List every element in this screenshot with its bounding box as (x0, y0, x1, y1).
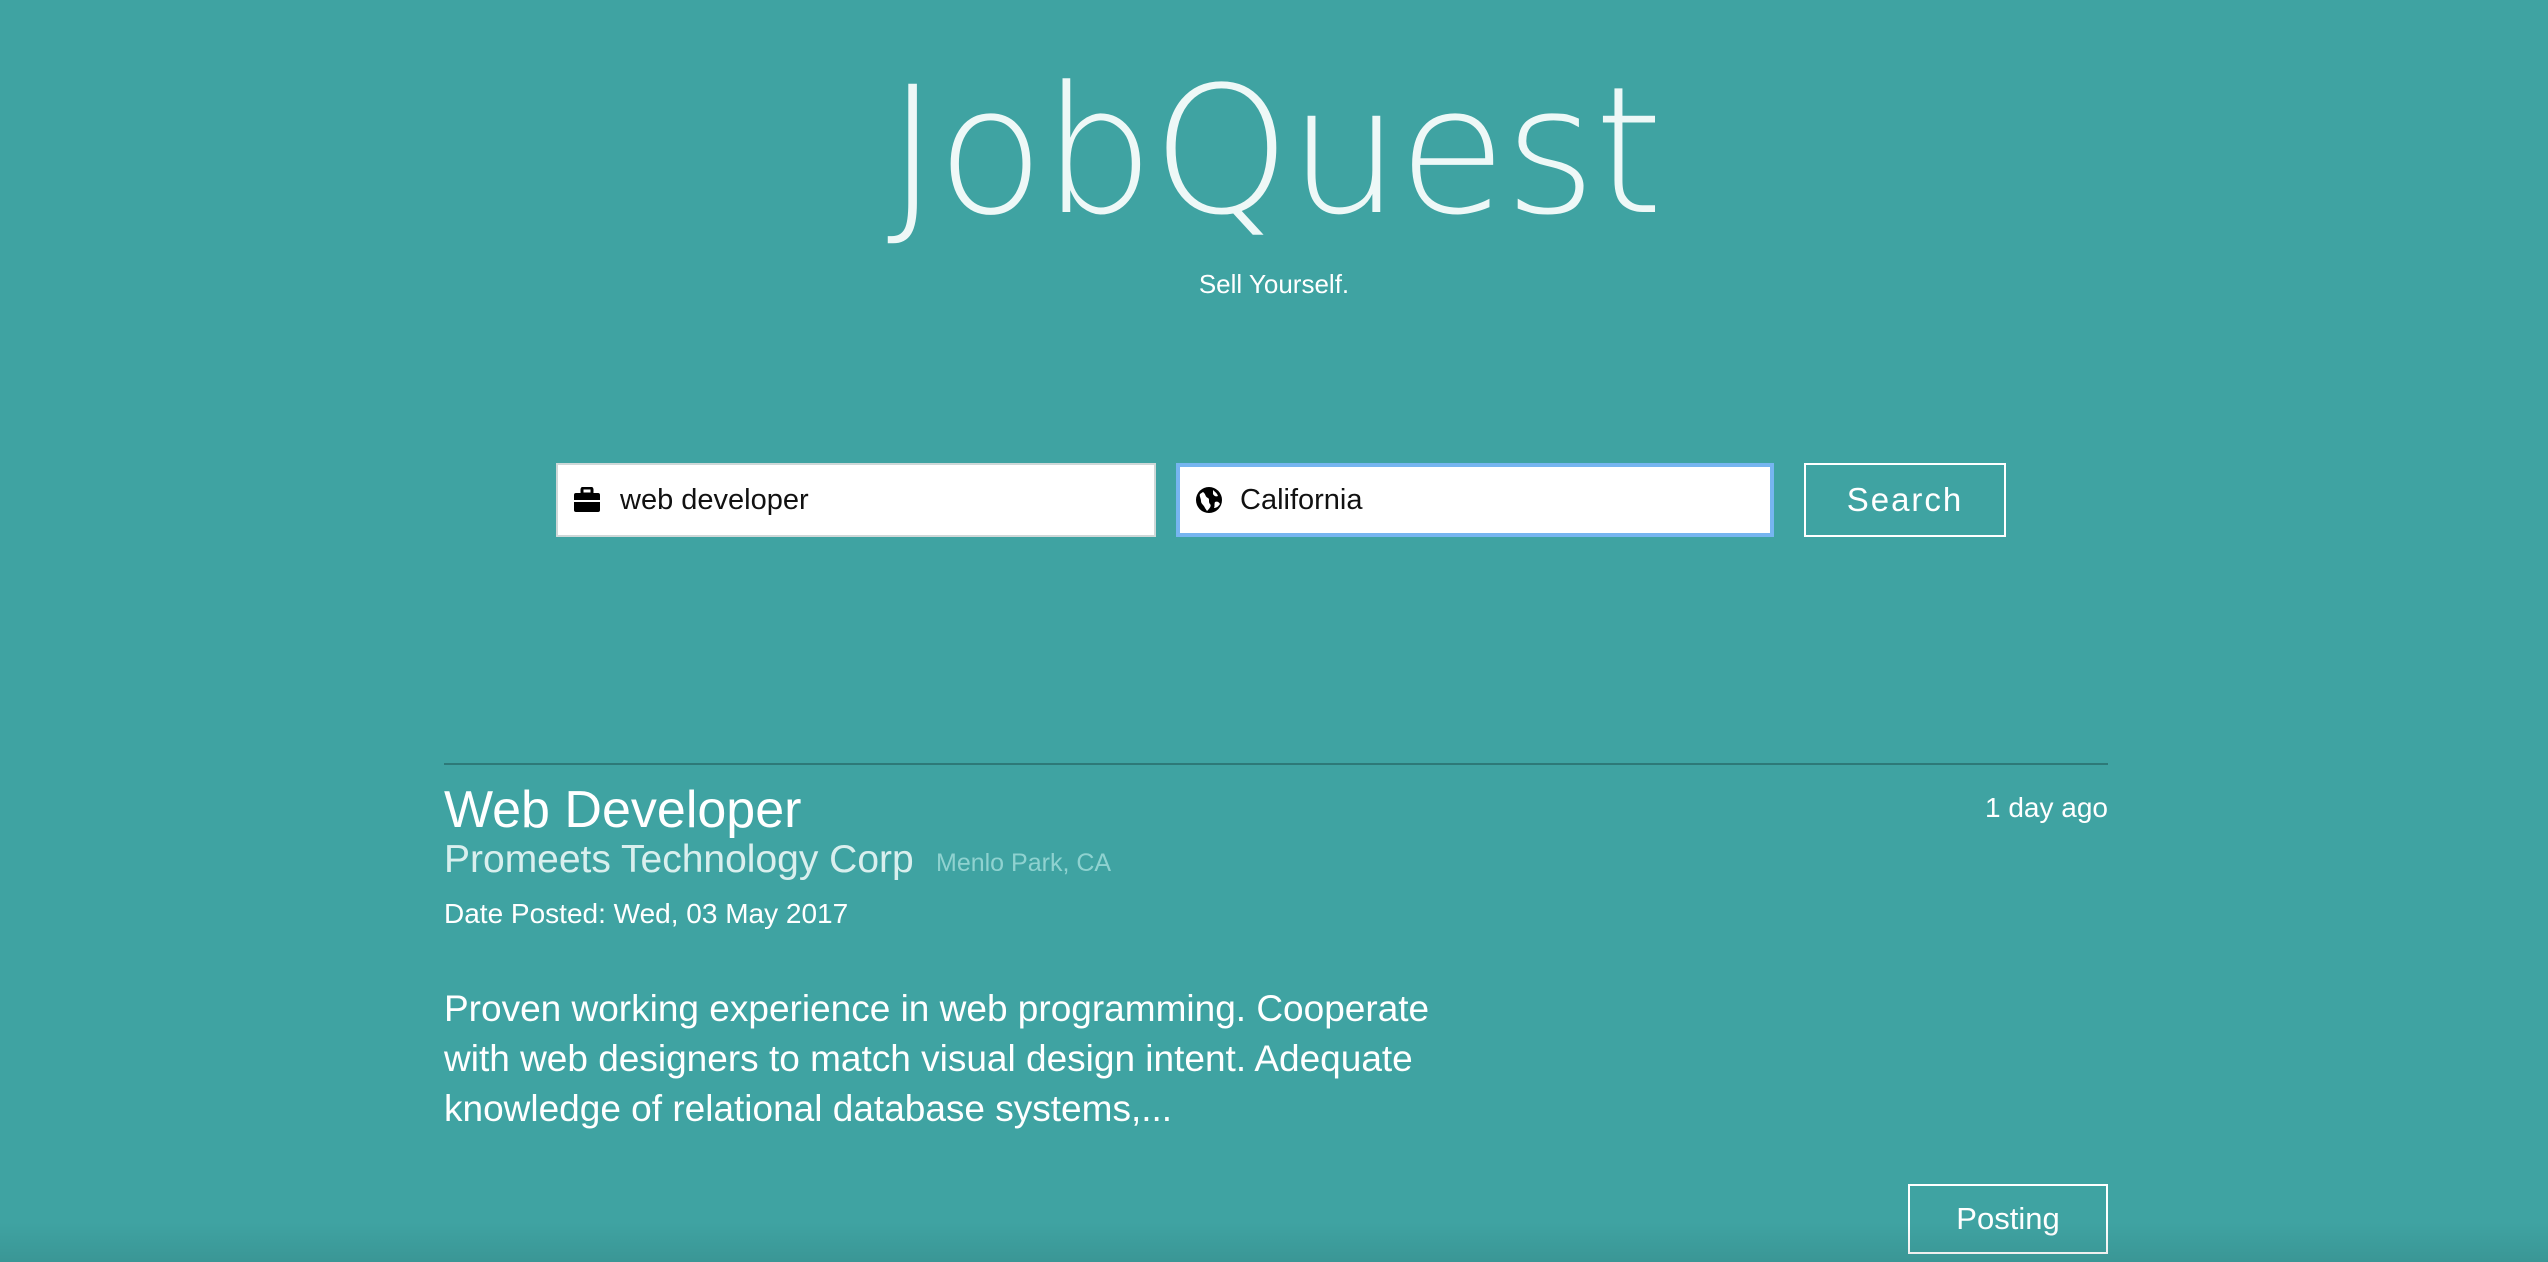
tagline: Sell Yourself. (1198, 269, 1350, 299)
date-posted: Date Posted: Wed, 03 May 2017 (444, 898, 849, 929)
location-field[interactable] (1176, 463, 1774, 537)
briefcase-icon (572, 485, 602, 515)
job-keyword-field[interactable] (556, 463, 1156, 537)
app-logo: JobQuest (886, 49, 1663, 254)
page: JobQuest Sell Yourself. Search Web Devel… (0, 0, 2548, 1262)
search-button[interactable]: Search (1804, 463, 2006, 537)
job-location: Menlo Park, CA (936, 849, 1112, 877)
job-keyword-input[interactable] (620, 465, 1140, 535)
company-name: Promeets Technology Corp (444, 838, 914, 881)
location-input[interactable] (1240, 467, 1754, 533)
job-description: Proven working experience in web program… (444, 988, 1430, 1129)
globe-icon (1194, 485, 1224, 515)
bottom-shadow (0, 1222, 2548, 1262)
job-title[interactable]: Web Developer (444, 780, 801, 840)
results-divider (444, 763, 2108, 765)
posted-ago: 1 day ago (1985, 792, 2108, 823)
